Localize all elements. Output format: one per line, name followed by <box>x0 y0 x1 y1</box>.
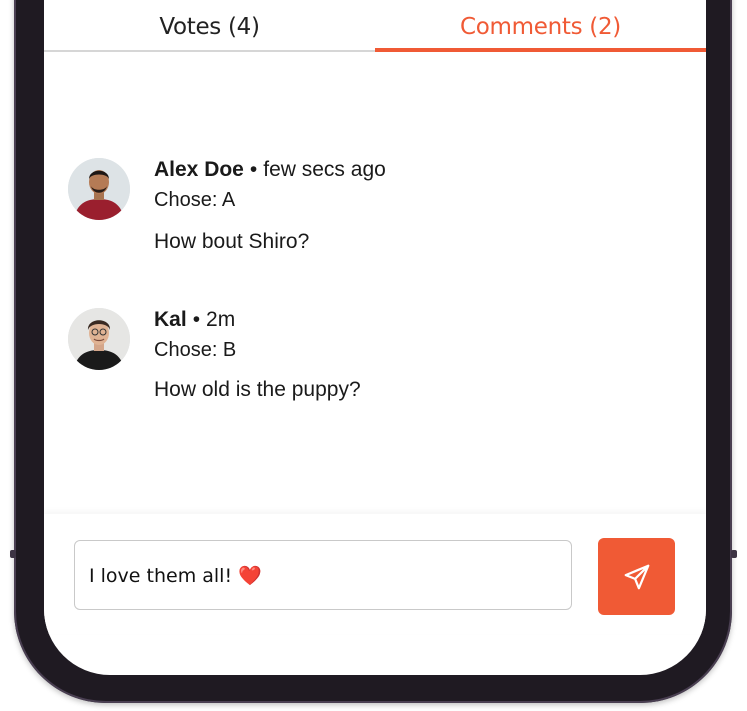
avatar[interactable] <box>68 308 130 370</box>
tab-comments-label: Comments (2) <box>460 14 621 40</box>
comment-composer: I love them all! ❤️ <box>44 514 706 634</box>
comment-choice: Chose: A <box>154 189 236 211</box>
comment-author: Kal <box>154 308 187 331</box>
avatar-photo-kal <box>68 308 130 370</box>
tab-comments[interactable]: Comments (2) <box>375 0 706 52</box>
comment-time: 2m <box>206 308 236 331</box>
comment-author: Alex Doe <box>154 158 244 181</box>
avatar-photo-alex <box>68 158 130 220</box>
comment-input[interactable]: I love them all! ❤️ <box>74 540 572 610</box>
comment-meta: Alex Doe • few secs ago <box>154 158 386 182</box>
avatar[interactable] <box>68 158 130 220</box>
comment-text: How old is the puppy? <box>154 378 361 401</box>
send-button[interactable] <box>598 538 675 615</box>
side-button <box>10 550 16 558</box>
send-icon <box>624 564 649 589</box>
comment-meta: Kal • 2m <box>154 308 235 332</box>
tab-votes[interactable]: Votes (4) <box>44 0 375 50</box>
separator-dot: • <box>192 308 201 331</box>
side-button <box>731 550 737 558</box>
tab-votes-label: Votes (4) <box>159 14 260 40</box>
comment-text: How bout Shiro? <box>154 230 310 253</box>
comment-choice: Chose: B <box>154 339 237 361</box>
separator-dot: • <box>249 158 258 181</box>
screen: Votes (4) Comments (2) Alex Doe • few secs… <box>44 0 706 675</box>
comment-time: few secs ago <box>263 158 386 181</box>
tab-bar: Votes (4) Comments (2) <box>44 0 706 52</box>
